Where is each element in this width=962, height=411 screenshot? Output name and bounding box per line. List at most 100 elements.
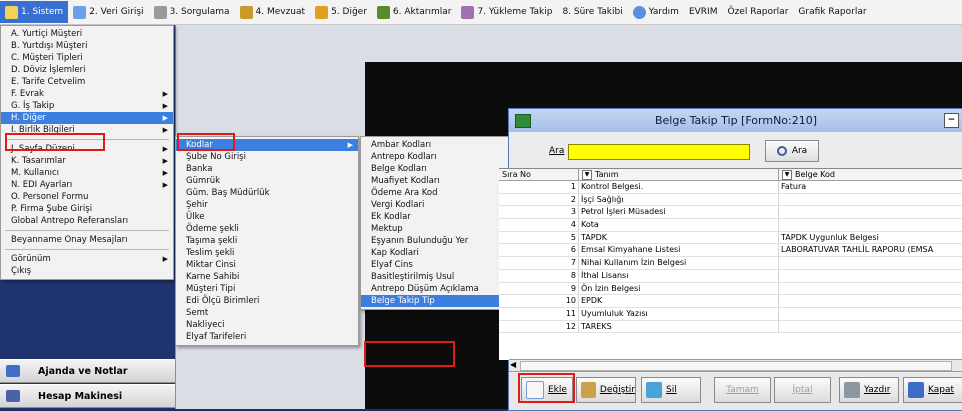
diger-submenu-item[interactable]: Ülke xyxy=(176,211,358,223)
sistem-menu-item[interactable]: I. Birlik Bilgileri ▶ xyxy=(1,124,173,136)
kodlar-submenu-item-label: Ek Kodlar xyxy=(371,212,411,222)
kodlar-submenu-item[interactable]: Kap Kodlari xyxy=(361,247,512,259)
table-row[interactable]: 12 TAREKS xyxy=(499,320,962,334)
sistem-menu-item[interactable]: P. Firma Şube Girişi xyxy=(1,203,173,215)
kodlar-submenu-item[interactable]: Belge Kodları xyxy=(361,163,512,175)
diger-submenu-item[interactable]: Nakliyeci xyxy=(176,319,358,331)
diger-submenu-item[interactable]: Edi Ölçü Birimleri xyxy=(176,295,358,307)
kodlar-submenu-item[interactable]: Vergi Kodlari xyxy=(361,199,512,211)
menu-evrim[interactable]: EVRIM xyxy=(684,1,723,23)
search-input[interactable] xyxy=(568,144,750,160)
table-row[interactable]: 3 Petrol İşleri Müsadesi xyxy=(499,206,962,220)
menu-aktarimlar[interactable]: 6. Aktarımlar xyxy=(372,1,457,23)
scrollbar-thumb[interactable] xyxy=(520,361,952,371)
sistem-menu-item[interactable]: Çıkış xyxy=(1,265,173,277)
diger-submenu-item[interactable]: Gümrük xyxy=(176,175,358,187)
sistem-menu-item[interactable]: G. İş Takip ▶ xyxy=(1,100,173,112)
diger-submenu-item[interactable]: Semt xyxy=(176,307,358,319)
table-row[interactable]: 4 Kota xyxy=(499,219,962,232)
filter-dropdown-icon[interactable]: ▼ xyxy=(582,169,592,180)
kodlar-submenu-item[interactable]: Ödeme Ara Kod xyxy=(361,187,512,199)
kodlar-submenu-item[interactable]: Ambar Kodları xyxy=(361,139,512,151)
diger-submenu-item[interactable]: Güm. Baş Müdürlük xyxy=(176,187,358,199)
table-row[interactable]: 8 İthal Lisansı xyxy=(499,269,962,283)
diger-submenu-item[interactable]: Şube No Girişi xyxy=(176,151,358,163)
menu-veri-girisi[interactable]: 2. Veri Girişi xyxy=(68,1,148,23)
sistem-menu-item[interactable]: Görünüm ▶ xyxy=(1,253,173,265)
sistem-menu-item[interactable]: E. Tarife Cetvelim xyxy=(1,76,173,88)
column-header-tanim[interactable]: ▼ Tanım xyxy=(579,169,779,180)
print-button[interactable]: Yazdır xyxy=(839,377,899,403)
delete-button[interactable]: Sil xyxy=(641,377,701,403)
diger-submenu-item[interactable]: Teslim şekli xyxy=(176,247,358,259)
table-row[interactable]: 2 İşçi Sağlığı xyxy=(499,193,962,207)
sistem-menu-item[interactable]: Global Antrepo Referansları xyxy=(1,215,173,227)
kodlar-submenu-item-label: Basitleştirilmiş Usul xyxy=(371,272,455,282)
search-button[interactable]: Ara xyxy=(765,140,819,162)
kodlar-submenu-item[interactable]: Antrepo Kodları xyxy=(361,151,512,163)
cancel-button[interactable]: İptal xyxy=(774,377,831,403)
menu-sistem[interactable]: 1. Sistem xyxy=(0,1,69,23)
menu-ozel-raporlar[interactable]: Özel Raporlar xyxy=(722,1,793,23)
menu-yardim[interactable]: Yardım xyxy=(628,1,684,23)
sistem-menu-item[interactable]: Beyanname Onay Mesajları xyxy=(1,234,173,246)
menu-sure-takibi[interactable]: 8. Süre Takibi xyxy=(557,1,627,23)
close-button[interactable]: Kapat xyxy=(903,377,962,403)
sistem-menu-item[interactable]: B. Yurtdışı Müşteri xyxy=(1,40,173,52)
menu-sorgulama[interactable]: 3. Sorgulama xyxy=(149,1,235,23)
sistem-menu-item[interactable]: J. Sayfa Düzeni ▶ xyxy=(1,143,173,155)
horizontal-scrollbar[interactable]: ◀ xyxy=(509,359,962,372)
filter-dropdown-icon[interactable]: ▼ xyxy=(782,169,792,180)
table-row[interactable]: 5 TAPDK TAPDK Uygunluk Belgesi xyxy=(499,231,962,245)
menu-mevzuat[interactable]: 4. Mevzuat xyxy=(235,1,311,23)
add-button[interactable]: Ekle xyxy=(521,377,573,403)
sistem-menu-item[interactable]: N. EDI Ayarları ▶ xyxy=(1,179,173,191)
calculator-button[interactable]: Hesap Makinesi xyxy=(0,384,175,408)
sistem-menu-item[interactable]: C. Müşteri Tipleri xyxy=(1,52,173,64)
kodlar-submenu-item[interactable]: Mektup xyxy=(361,223,512,235)
ok-button[interactable]: Tamam xyxy=(714,377,771,403)
sistem-menu-item[interactable]: O. Personel Formu xyxy=(1,191,173,203)
column-header-belge-kod[interactable]: ▼ Belge Kod xyxy=(779,169,962,180)
column-header-sira-no[interactable]: Sıra No xyxy=(499,169,579,180)
sistem-menu-item[interactable]: F. Evrak ▶ xyxy=(1,88,173,100)
menu-yukleme-takip-label: 7. Yükleme Takip xyxy=(477,7,553,17)
diger-submenu-item[interactable]: Miktar Cinsi xyxy=(176,259,358,271)
kodlar-submenu-item[interactable]: Belge Takip Tip xyxy=(361,295,512,307)
menu-yukleme-takip[interactable]: 7. Yükleme Takip xyxy=(456,1,557,23)
sistem-menu-item[interactable]: H. Diğer ▶ xyxy=(1,112,173,124)
sistem-menu-item[interactable]: K. Tasarımlar ▶ xyxy=(1,155,173,167)
table-row[interactable]: 9 Ön İzin Belgesi xyxy=(499,282,962,296)
table-row[interactable]: 10 EPDK xyxy=(499,295,962,308)
kodlar-submenu-item[interactable]: Antrepo Düşüm Açıklama xyxy=(361,283,512,295)
edit-button[interactable]: Değiştir xyxy=(576,377,636,403)
sistem-menu-item[interactable]: D. Döviz İşlemleri xyxy=(1,64,173,76)
diger-submenu-item[interactable]: Şehir xyxy=(176,199,358,211)
diger-submenu-item[interactable]: Ödeme şekli xyxy=(176,223,358,235)
menu-grafik-raporlar[interactable]: Grafik Raporlar xyxy=(793,1,871,23)
diger-submenu-item[interactable]: Taşıma şekli xyxy=(176,235,358,247)
table-cell xyxy=(779,321,962,333)
diger-submenu-item[interactable]: Müşteri Tipi xyxy=(176,283,358,295)
sistem-menu-item[interactable]: M. Kullanıcı ▶ xyxy=(1,167,173,179)
table-row[interactable]: 1 Kontrol Belgesi. Fatura xyxy=(499,181,962,194)
scroll-left-icon[interactable]: ◀ xyxy=(510,360,516,370)
diger-submenu-item[interactable]: Banka xyxy=(176,163,358,175)
diger-submenu-item[interactable]: Kodlar ▶ xyxy=(176,139,358,151)
kodlar-submenu-item[interactable]: Ek Kodlar xyxy=(361,211,512,223)
menu-diger[interactable]: 5. Diğer xyxy=(310,1,372,23)
table-row[interactable]: 11 Uyumluluk Yazısı xyxy=(499,307,962,321)
kodlar-submenu-item[interactable]: Elyaf Cins xyxy=(361,259,512,271)
diger-submenu-item[interactable]: Elyaf Tarifeleri xyxy=(176,331,358,343)
sistem-menu-item[interactable]: A. Yurtiçi Müşteri xyxy=(1,28,173,40)
diger-submenu-item[interactable]: Karne Sahibi xyxy=(176,271,358,283)
kodlar-submenu-item[interactable]: Basitleştirilmiş Usul xyxy=(361,271,512,283)
kodlar-submenu-item[interactable]: Eşyanın Bulunduğu Yer xyxy=(361,235,512,247)
table-row[interactable]: 7 Nihai Kullanım İzin Belgesi xyxy=(499,257,962,270)
window-titlebar[interactable]: Belge Takip Tip [FormNo:210] − xyxy=(509,109,962,132)
kodlar-submenu-item-label: Eşyanın Bulunduğu Yer xyxy=(371,236,469,246)
kodlar-submenu-item[interactable]: Muafiyet Kodları xyxy=(361,175,512,187)
agenda-button[interactable]: Ajanda ve Notlar xyxy=(0,359,175,383)
table-row[interactable]: 6 Emsal Kimyahane Listesi LABORATUVAR TAHL… xyxy=(499,244,962,258)
minimize-icon[interactable]: − xyxy=(944,113,959,128)
